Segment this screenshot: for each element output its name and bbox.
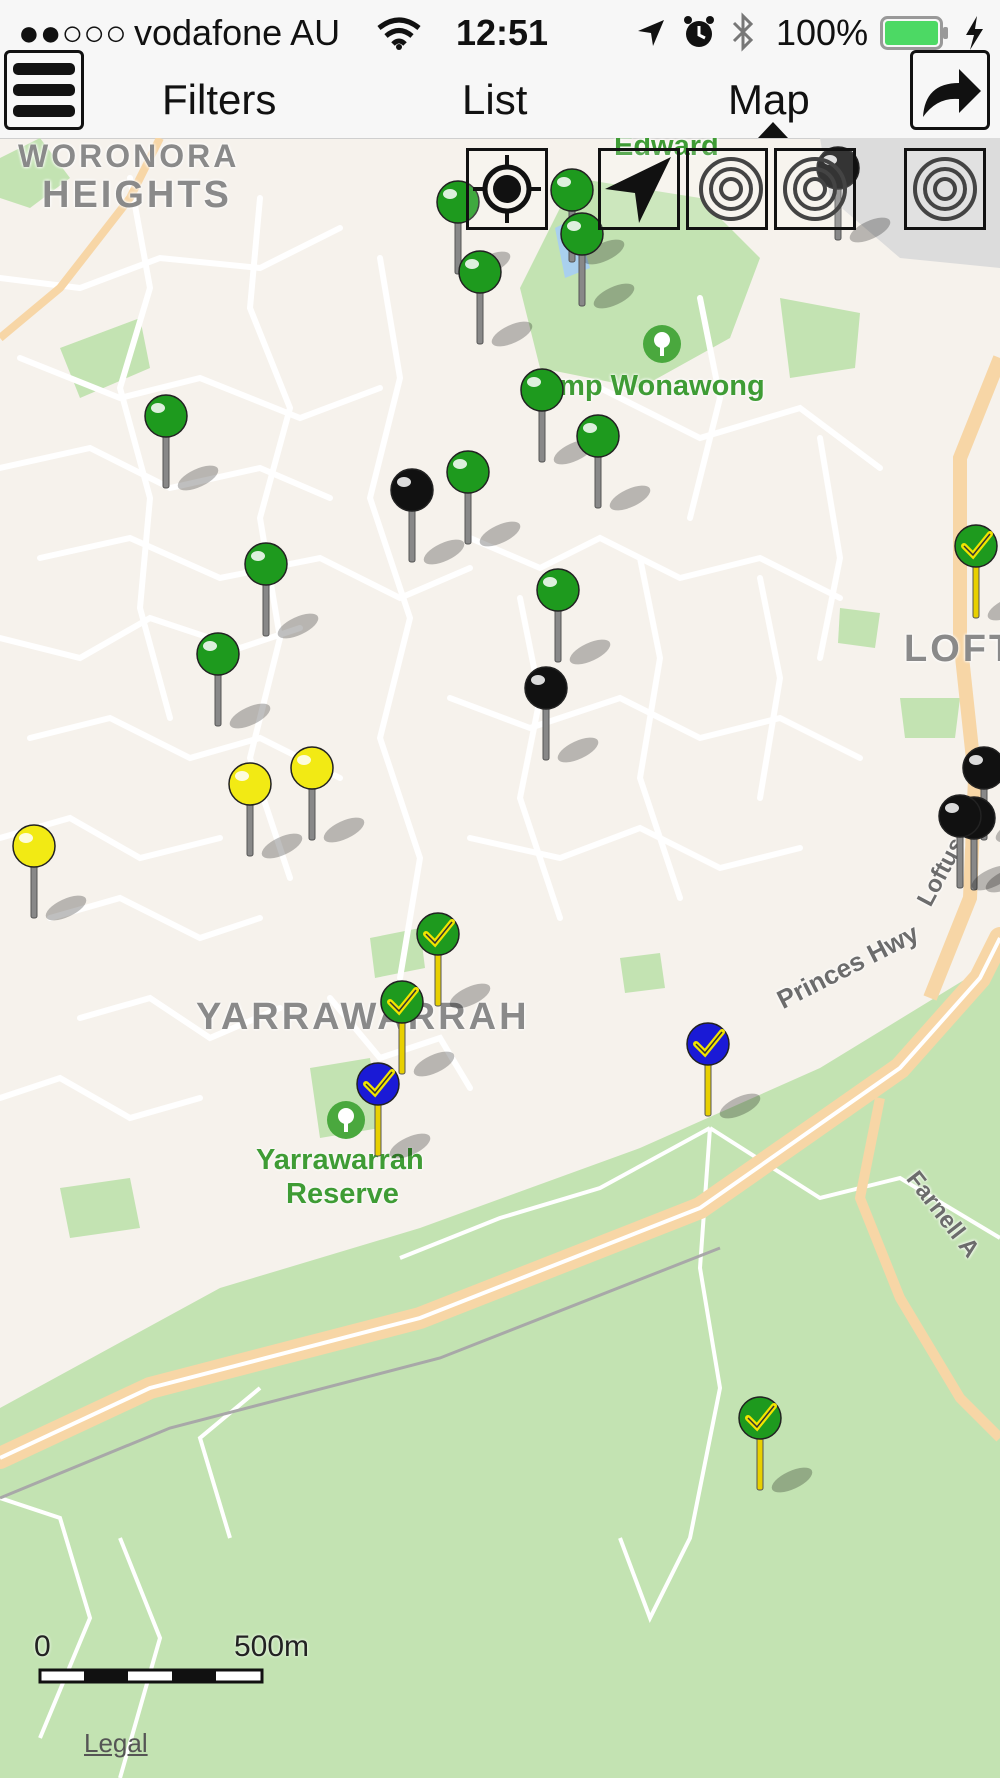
signal-strength: ●●○○○ [18,12,127,53]
battery-percent: 100% [776,12,869,53]
menu-button[interactable] [4,50,84,130]
battery-icon [880,16,948,50]
tab-map[interactable]: Map [728,76,810,124]
blue-check-pin[interactable] [354,1060,444,1170]
tab-list[interactable]: List [462,76,527,124]
map-view[interactable]: WORONORA HEIGHTS YARRAWARRAH LOFT Edward… [0,138,1000,1778]
green-pin[interactable] [456,248,546,358]
carrier-name: vodafone AU [134,12,341,53]
suburb-label: LOFT [904,628,1000,670]
nav-bar: Filters List Map [0,50,1000,139]
green-check-pin[interactable] [736,1394,826,1504]
alarm-icon [684,16,714,47]
yellow-pin[interactable] [10,822,100,932]
black-pin[interactable] [388,466,478,576]
range-rings-button[interactable] [686,148,768,230]
target-rings-icon [699,157,763,221]
green-pin[interactable] [194,630,284,740]
scale-start-label: 0 [34,1630,51,1663]
legal-link[interactable]: Legal [84,1728,148,1759]
green-pin[interactable] [574,412,664,522]
navigation-arrow-icon [605,157,671,223]
navigation-button[interactable] [598,148,680,230]
locate-button[interactable] [466,148,548,230]
crosshair-locate-icon [473,155,541,223]
black-pin[interactable] [522,664,612,774]
target-rings-icon [913,157,977,221]
suburb-label: WORONORA [18,138,240,174]
share-button[interactable] [910,50,990,130]
hamburger-menu-icon [13,63,75,117]
range-rings-button[interactable] [904,148,986,230]
target-rings-icon [783,157,847,221]
charging-bolt-icon [966,16,983,50]
scale-end-label: 500m [234,1630,310,1663]
bluetooth-icon [732,12,754,52]
tab-filters[interactable]: Filters [162,76,276,124]
scale-ruler [38,1668,264,1684]
yellow-pin[interactable] [226,760,316,870]
blue-check-pin[interactable] [684,1020,774,1130]
park-label: Reserve [286,1178,399,1210]
status-bar: ●●○○○ vodafone AU 12:51 100% [0,0,1000,68]
green-check-pin[interactable] [952,522,1000,632]
black-pin[interactable] [936,792,1000,902]
clock-time: 12:51 [456,12,549,53]
location-arrow-icon [638,20,664,46]
wifi-icon [377,17,421,50]
share-arrow-icon [923,69,981,117]
green-pin[interactable] [534,566,624,676]
suburb-label: HEIGHTS [42,174,232,216]
park-tree-icon [643,325,681,363]
range-rings-button[interactable] [774,148,856,230]
green-pin[interactable] [142,392,232,502]
